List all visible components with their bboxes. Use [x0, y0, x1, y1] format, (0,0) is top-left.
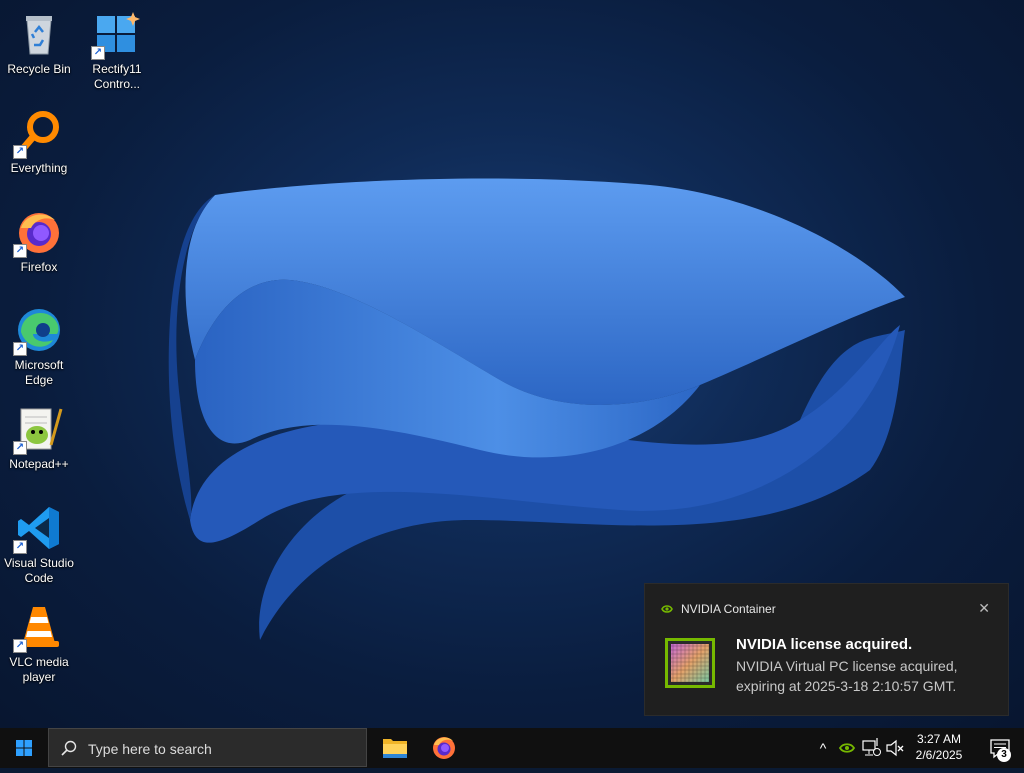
tray-overflow-chevron-icon[interactable]: ^	[814, 728, 832, 768]
icon-label: Firefox	[20, 260, 58, 274]
toast-body: NVIDIA Virtual PC license acquired, expi…	[736, 658, 958, 694]
shortcut-arrow-icon: ↗	[91, 46, 105, 60]
toast-title: NVIDIA license acquired.	[736, 636, 913, 653]
desktop-icon-notepad-plus-plus[interactable]: ↗ Notepad++	[2, 399, 76, 472]
toast-header: NVIDIA Container	[661, 602, 776, 616]
tray-network-icon[interactable]	[860, 728, 882, 768]
shortcut-arrow-icon: ↗	[13, 441, 27, 455]
nvidia-logo-icon	[838, 743, 856, 753]
search-placeholder: Type here to search	[88, 741, 212, 757]
network-disconnected-icon	[862, 738, 881, 756]
desktop-icon-recycle-bin[interactable]: Recycle Bin	[2, 4, 76, 77]
taskbar-firefox[interactable]	[420, 728, 468, 768]
taskbar-file-explorer[interactable]	[371, 728, 419, 768]
recycle-bin-icon	[26, 16, 52, 55]
toast-close-button[interactable]: ✕	[978, 600, 990, 617]
shortcut-arrow-icon: ↗	[13, 145, 27, 159]
file-explorer-icon	[383, 739, 407, 758]
icon-label: Rectify11 Contro...	[92, 62, 142, 91]
shortcut-arrow-icon: ↗	[13, 540, 27, 554]
gpu-chip-icon	[665, 638, 715, 688]
desktop-icon-edge[interactable]: ↗ Microsoft Edge	[2, 300, 76, 388]
taskbar-search-box[interactable]: Type here to search	[48, 728, 367, 767]
windows-logo-icon	[16, 740, 32, 756]
desktop-icon-everything[interactable]: ↗ Everything	[2, 103, 76, 176]
search-icon	[61, 740, 77, 756]
desktop-icon-rectify11[interactable]: ↗ Rectify11 Contro...	[80, 4, 154, 92]
notification-count-badge: 3	[997, 748, 1011, 762]
action-center-button[interactable]: 3	[978, 728, 1024, 768]
icon-label: Everything	[10, 161, 68, 175]
firefox-icon	[433, 737, 455, 759]
icon-label: Visual Studio Code	[4, 556, 74, 585]
icon-label: VLC media player	[9, 655, 69, 684]
shortcut-arrow-icon: ↗	[13, 639, 27, 653]
taskbar: Type here to search ^ 3:27 AM 2/6/2025 3	[0, 728, 1024, 768]
desktop-icon-vlc[interactable]: ↗ VLC media player	[2, 597, 76, 685]
tray-nvidia-icon[interactable]	[836, 728, 858, 768]
nvidia-logo-icon	[661, 605, 673, 613]
shortcut-arrow-icon: ↗	[13, 342, 27, 356]
desktop-icon-vscode[interactable]: ↗ Visual Studio Code	[2, 498, 76, 586]
clock-time: 3:27 AM	[916, 732, 962, 746]
shortcut-arrow-icon: ↗	[13, 244, 27, 258]
speaker-muted-icon	[886, 739, 904, 757]
tray-clock[interactable]: 3:27 AM 2/6/2025	[904, 731, 974, 763]
icon-label: Microsoft Edge	[14, 358, 64, 387]
desktop-icon-firefox[interactable]: ↗ Firefox	[2, 202, 76, 275]
icon-label: Recycle Bin	[7, 62, 71, 76]
tray-volume-icon[interactable]	[884, 728, 906, 768]
icon-label: Notepad++	[9, 457, 69, 471]
nvidia-notification-toast[interactable]: NVIDIA Container ✕ NVIDIA license acquir…	[645, 584, 1008, 715]
desktop: Recycle Bin ↗ Rectify11 Contro... ↗ Ever…	[0, 0, 1024, 728]
toast-app-name: NVIDIA Container	[681, 602, 776, 616]
start-button[interactable]	[0, 728, 48, 768]
clock-date: 2/6/2025	[915, 748, 963, 762]
